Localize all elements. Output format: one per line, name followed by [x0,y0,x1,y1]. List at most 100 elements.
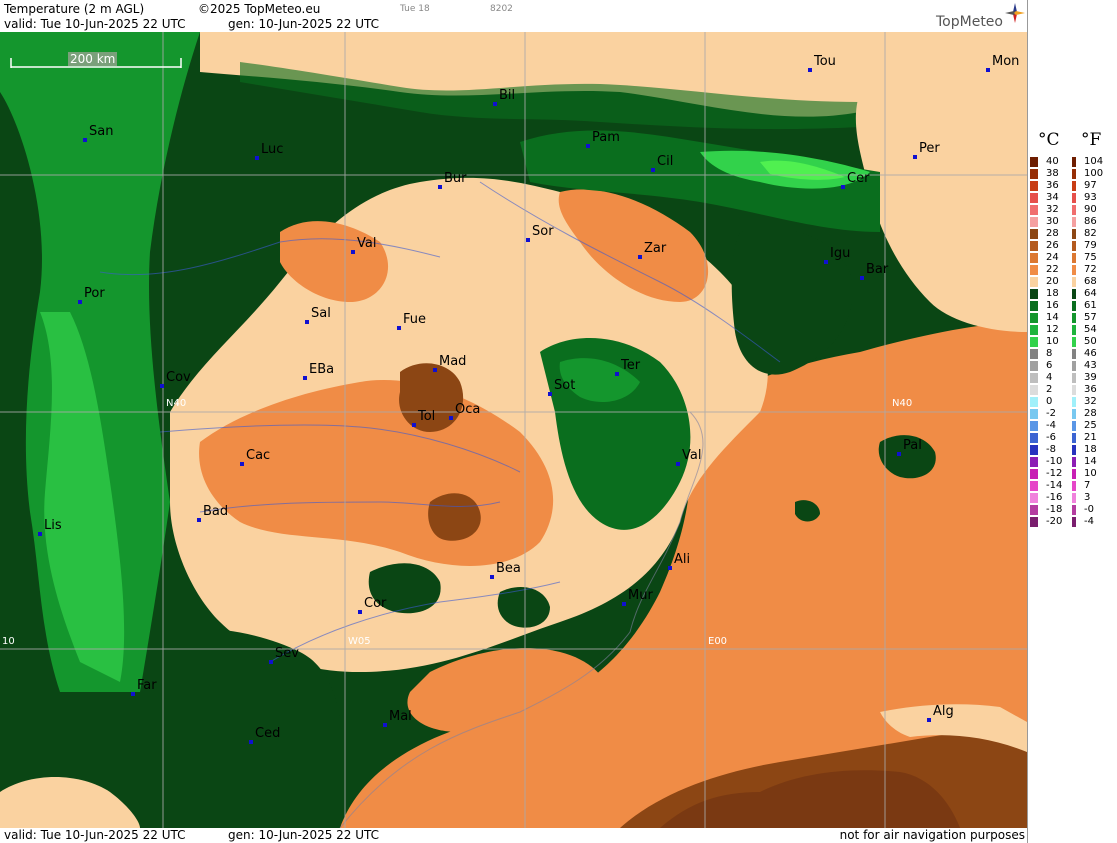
scale-label: 200 km [68,52,118,66]
city-label-pal: Pal [903,438,922,453]
legend-swatch-f [1072,349,1076,359]
city-marker-icon [897,452,901,456]
city-label-mur: Mur [628,588,653,603]
city-marker-icon [841,185,845,189]
city-label-cov: Cov [166,370,191,385]
city-label-cor: Cor [364,596,387,611]
legend-swatch-c [1030,301,1038,311]
legend-swatch-c [1030,241,1038,251]
city-marker-icon [449,416,453,420]
city-label-bil: Bil [499,88,516,103]
legend-swatch-f [1072,337,1076,347]
legend-label-c: 8 [1046,348,1053,359]
legend-label-f: 28 [1084,408,1097,419]
legend-swatch-f [1072,193,1076,203]
disclaimer: not for air navigation purposes [839,828,1025,842]
city-marker-icon [668,566,672,570]
city-marker-icon [433,368,437,372]
legend-swatch-c [1030,505,1038,515]
city-marker-icon [160,384,164,388]
legend-swatch-f [1072,493,1076,503]
legend-swatch-c [1030,373,1038,383]
legend-swatch-f [1072,505,1076,515]
city-label-sor: Sor [532,224,554,239]
legend-label-c: -14 [1046,480,1063,491]
city-marker-icon [255,156,259,160]
city-marker-icon [197,518,201,522]
grid-label-n40-left: N40 [166,398,187,409]
city-label-bur: Bur [444,171,467,186]
city-label-sal: Sal [311,306,331,321]
compass-logo-icon [1005,3,1025,23]
legend-label-c: -18 [1046,504,1063,515]
legend-label-c: -6 [1046,432,1056,443]
city-label-cil: Cil [657,154,674,169]
legend-swatch-f [1072,445,1076,455]
scale-bar: 200 km [10,52,182,68]
city-marker-icon [358,610,362,614]
city-marker-icon [615,372,619,376]
city-label-oca: Oca [455,402,481,417]
legend-swatch-f [1072,205,1076,215]
city-marker-icon [83,138,87,142]
legend-swatch-f [1072,373,1076,383]
legend-swatch-f [1072,229,1076,239]
legend-label-f: 68 [1084,276,1097,287]
legend-swatch-c [1030,397,1038,407]
city-marker-icon [78,300,82,304]
city-marker-icon [351,250,355,254]
legend-swatch-f [1072,265,1076,275]
legend-label-c: -8 [1046,444,1056,455]
legend-label-f: 18 [1084,444,1097,455]
code-label: 8202 [490,4,513,14]
topmeteo-logo: TopMeteo [936,14,1003,30]
legend-label-c: 14 [1046,312,1059,323]
legend-label-f: 61 [1084,300,1097,311]
map-footer: valid: Tue 10-Jun-2025 22 UTC gen: 10-Ju… [0,828,1027,843]
legend-label-c: 36 [1046,180,1059,191]
legend-label-c: 12 [1046,324,1059,335]
legend-swatch-f [1072,385,1076,395]
legend-swatch-c [1030,157,1038,167]
city-marker-icon [412,423,416,427]
city-label-bea: Bea [496,561,521,576]
grid-label-w10: 10 [2,636,15,647]
legend-label-c: 24 [1046,252,1059,263]
city-label-sev: Sev [275,646,299,661]
temperature-map[interactable]: N40 N40 W05 E00 10 200 km San Luc Bil Tou Mo… [0,32,1027,828]
legend-swatch-c [1030,433,1038,443]
legend-swatch-f [1072,181,1076,191]
legend-swatch-f [1072,217,1076,227]
legend-swatch-f [1072,289,1076,299]
legend-swatch-f [1072,241,1076,251]
color-legend: °C °F 40 104 38 100 36 97 34 93 32 90 30 86 28 82 26 79… [1027,0,1117,843]
city-marker-icon [808,68,812,72]
city-marker-icon [638,255,642,259]
legend-label-c: 28 [1046,228,1059,239]
legend-label-c: 38 [1046,168,1059,179]
city-label-sot: Sot [554,378,576,393]
city-label-val1: Val [357,236,377,251]
city-label-lis: Lis [44,518,62,533]
city-marker-icon [586,144,590,148]
legend-swatch-c [1030,181,1038,191]
legend-swatch-c [1030,457,1038,467]
grid-label-w05: W05 [348,636,371,647]
city-label-mad: Mad [439,354,467,369]
city-marker-icon [438,185,442,189]
city-label-fue: Fue [403,312,427,327]
legend-label-c: -20 [1046,516,1063,527]
city-label-alg: Alg [933,704,954,719]
legend-label-f: 57 [1084,312,1097,323]
legend-label-f: 21 [1084,432,1097,443]
city-marker-icon [305,320,309,324]
city-marker-icon [824,260,828,264]
legend-label-c: 18 [1046,288,1059,299]
legend-swatch-f [1072,457,1076,467]
legend-swatch-f [1072,301,1076,311]
legend-swatch-f [1072,481,1076,491]
city-label-cer: Cer [847,171,870,186]
legend-swatch-f [1072,253,1076,263]
temperature-field [0,32,1027,828]
legend-label-c: 40 [1046,156,1059,167]
